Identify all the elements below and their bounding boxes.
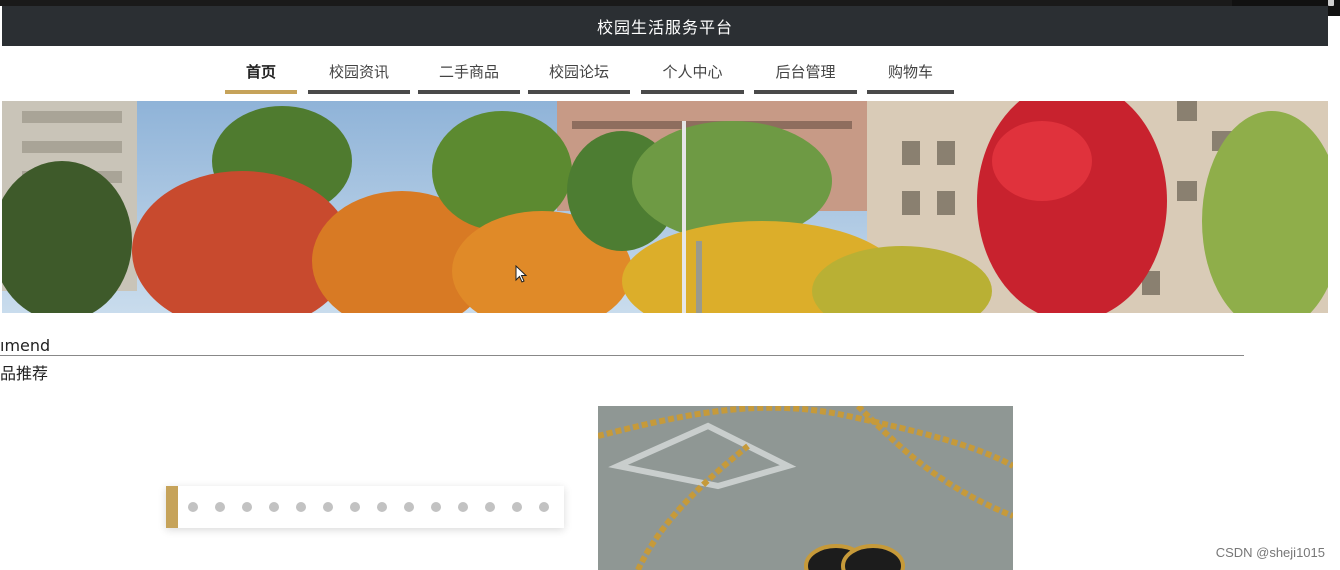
carousel-dot[interactable] <box>188 502 198 512</box>
carousel-accent <box>166 486 178 528</box>
nav-item-secondhand[interactable]: 二手商品 <box>418 46 520 94</box>
nav-item-forum[interactable]: 校园论坛 <box>528 46 630 94</box>
nav-label: 购物车 <box>887 63 933 81</box>
nav-underline <box>754 90 857 94</box>
nav-underline <box>308 90 410 94</box>
carousel-dot[interactable] <box>242 502 252 512</box>
product-image[interactable] <box>598 406 1013 570</box>
nav-item-news[interactable]: 校园资讯 <box>308 46 410 94</box>
nav-underline <box>225 90 297 94</box>
nav-item-home[interactable]: 首页 <box>225 46 297 94</box>
watermark-text: CSDN @sheji1015 <box>1215 545 1325 560</box>
carousel-dot[interactable] <box>350 502 360 512</box>
nav-underline <box>641 90 744 94</box>
campus-banner-image <box>2 101 1328 313</box>
site-header: 校园生活服务平台 <box>2 6 1328 46</box>
carousel-dot[interactable] <box>431 502 441 512</box>
carousel-dot[interactable] <box>512 502 522 512</box>
nav-item-admin[interactable]: 后台管理 <box>754 46 857 94</box>
carousel-dot[interactable] <box>539 502 549 512</box>
nav-label: 校园资讯 <box>328 63 389 81</box>
carousel-dot[interactable] <box>323 502 333 512</box>
carousel-dot[interactable] <box>377 502 387 512</box>
nav-underline <box>418 90 520 94</box>
carousel-dot[interactable] <box>458 502 468 512</box>
carousel-dot[interactable] <box>296 502 306 512</box>
carousel-dots <box>188 502 549 512</box>
section-title-cn: 品推荐 <box>0 364 49 383</box>
nav-label: 校园论坛 <box>548 63 609 81</box>
nav-label: 二手商品 <box>438 63 499 81</box>
main-nav: 首页 校园资讯 二手商品 校园论坛 个人中心 后台管理 购物车 <box>0 46 1340 94</box>
section-title-en: ımend <box>0 336 51 355</box>
nav-item-profile[interactable]: 个人中心 <box>641 46 744 94</box>
site-title: 校园生活服务平台 <box>596 18 733 37</box>
carousel-dot[interactable] <box>215 502 225 512</box>
nav-underline <box>867 90 954 94</box>
corner-icon <box>1328 0 1334 6</box>
nav-label: 个人中心 <box>662 63 723 81</box>
nav-item-cart[interactable]: 购物车 <box>867 46 954 94</box>
carousel-dot[interactable] <box>269 502 279 512</box>
section-divider <box>0 355 1244 356</box>
carousel-pager <box>166 486 564 528</box>
carousel-dot[interactable] <box>485 502 495 512</box>
carousel-dot[interactable] <box>404 502 414 512</box>
nav-underline <box>528 90 630 94</box>
mouse-cursor-icon <box>515 265 528 283</box>
nav-label: 首页 <box>245 63 276 81</box>
nav-label: 后台管理 <box>775 63 836 81</box>
